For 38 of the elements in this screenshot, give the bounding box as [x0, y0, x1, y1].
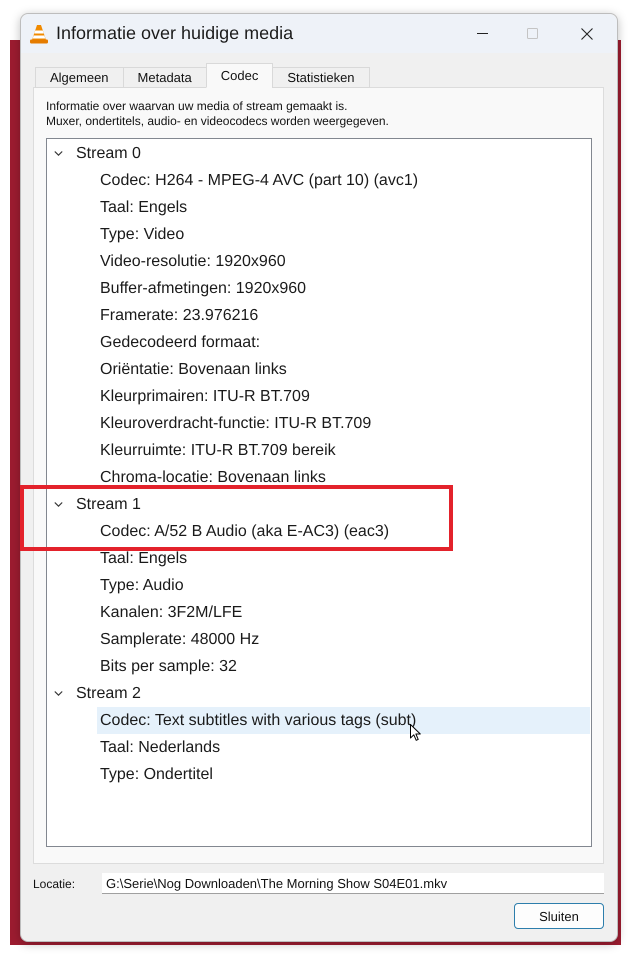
- stream-tree-item[interactable]: Stream 2: [47, 680, 145, 707]
- dialog-close-button[interactable]: Sluiten: [514, 903, 604, 929]
- chevron-icon[interactable]: [54, 149, 63, 158]
- chevron-icon[interactable]: [54, 500, 63, 509]
- traffic-cone-icon: [30, 24, 48, 44]
- tree-item[interactable]: Taal: Engels: [97, 194, 192, 221]
- tab[interactable]: Algemeen: [35, 67, 124, 88]
- tree-item[interactable]: Type: Ondertitel: [97, 761, 217, 788]
- description-text: Muxer, ondertitels, audio- en videocodecs worden weergegeven.: [46, 114, 389, 129]
- tree-item[interactable]: Taal: Engels: [97, 545, 192, 572]
- tab[interactable]: Statistieken: [272, 67, 370, 88]
- tree-item[interactable]: Oriëntatie: Bovenaan links: [97, 356, 291, 383]
- tree-item[interactable]: Type: Video: [97, 221, 188, 248]
- tree-item[interactable]: Framerate: 23.976216: [97, 302, 262, 329]
- tree-item[interactable]: Kleurprimairen: ITU-R BT.709: [97, 383, 314, 410]
- tree-item[interactable]: Codec: A/52 B Audio (aka E-AC3) (eac3): [97, 518, 394, 545]
- tree-item[interactable]: Type: Audio: [97, 572, 188, 599]
- tree-item[interactable]: Bits per sample: 32: [97, 653, 241, 680]
- tree-item[interactable]: Samplerate: 48000 Hz: [97, 626, 264, 653]
- tree-item[interactable]: Kanalen: 3F2M/LFE: [97, 599, 246, 626]
- tree-item[interactable]: Kleuroverdracht-functie: ITU-R BT.709: [97, 410, 376, 437]
- tree-item[interactable]: Taal: Nederlands: [97, 734, 224, 761]
- tree-item[interactable]: Kleurruimte: ITU-R BT.709 bereik: [97, 437, 340, 464]
- close-icon: [581, 28, 593, 40]
- tree-item[interactable]: Codec: H264 - MPEG-4 AVC (part 10) (avc1): [97, 167, 422, 194]
- tree-item[interactable]: Chroma-locatie: Bovenaan links: [97, 464, 330, 491]
- location-field[interactable]: G:\Serie\Nog Downloaden\The Morning Show S04E01.mkv: [102, 873, 604, 894]
- location-label: Locatie:: [33, 876, 76, 890]
- chevron-icon[interactable]: [54, 689, 63, 698]
- tree-item[interactable]: Gedecodeerd formaat:: [97, 329, 264, 356]
- tab[interactable]: Codec: [206, 63, 274, 88]
- tree-item[interactable]: Buffer-afmetingen: 1920x960: [97, 275, 310, 302]
- minimize-icon: [476, 33, 488, 34]
- description-text: Informatie over waarvan uw media of stream gemaakt is.: [46, 99, 348, 114]
- tree-item[interactable]: Video-resolutie: 1920x960: [97, 248, 290, 275]
- stream-tree-item[interactable]: Stream 0: [47, 140, 145, 167]
- stream-tree-item[interactable]: Stream 1: [47, 491, 145, 518]
- window-title: Informatie over huidige media: [56, 23, 294, 44]
